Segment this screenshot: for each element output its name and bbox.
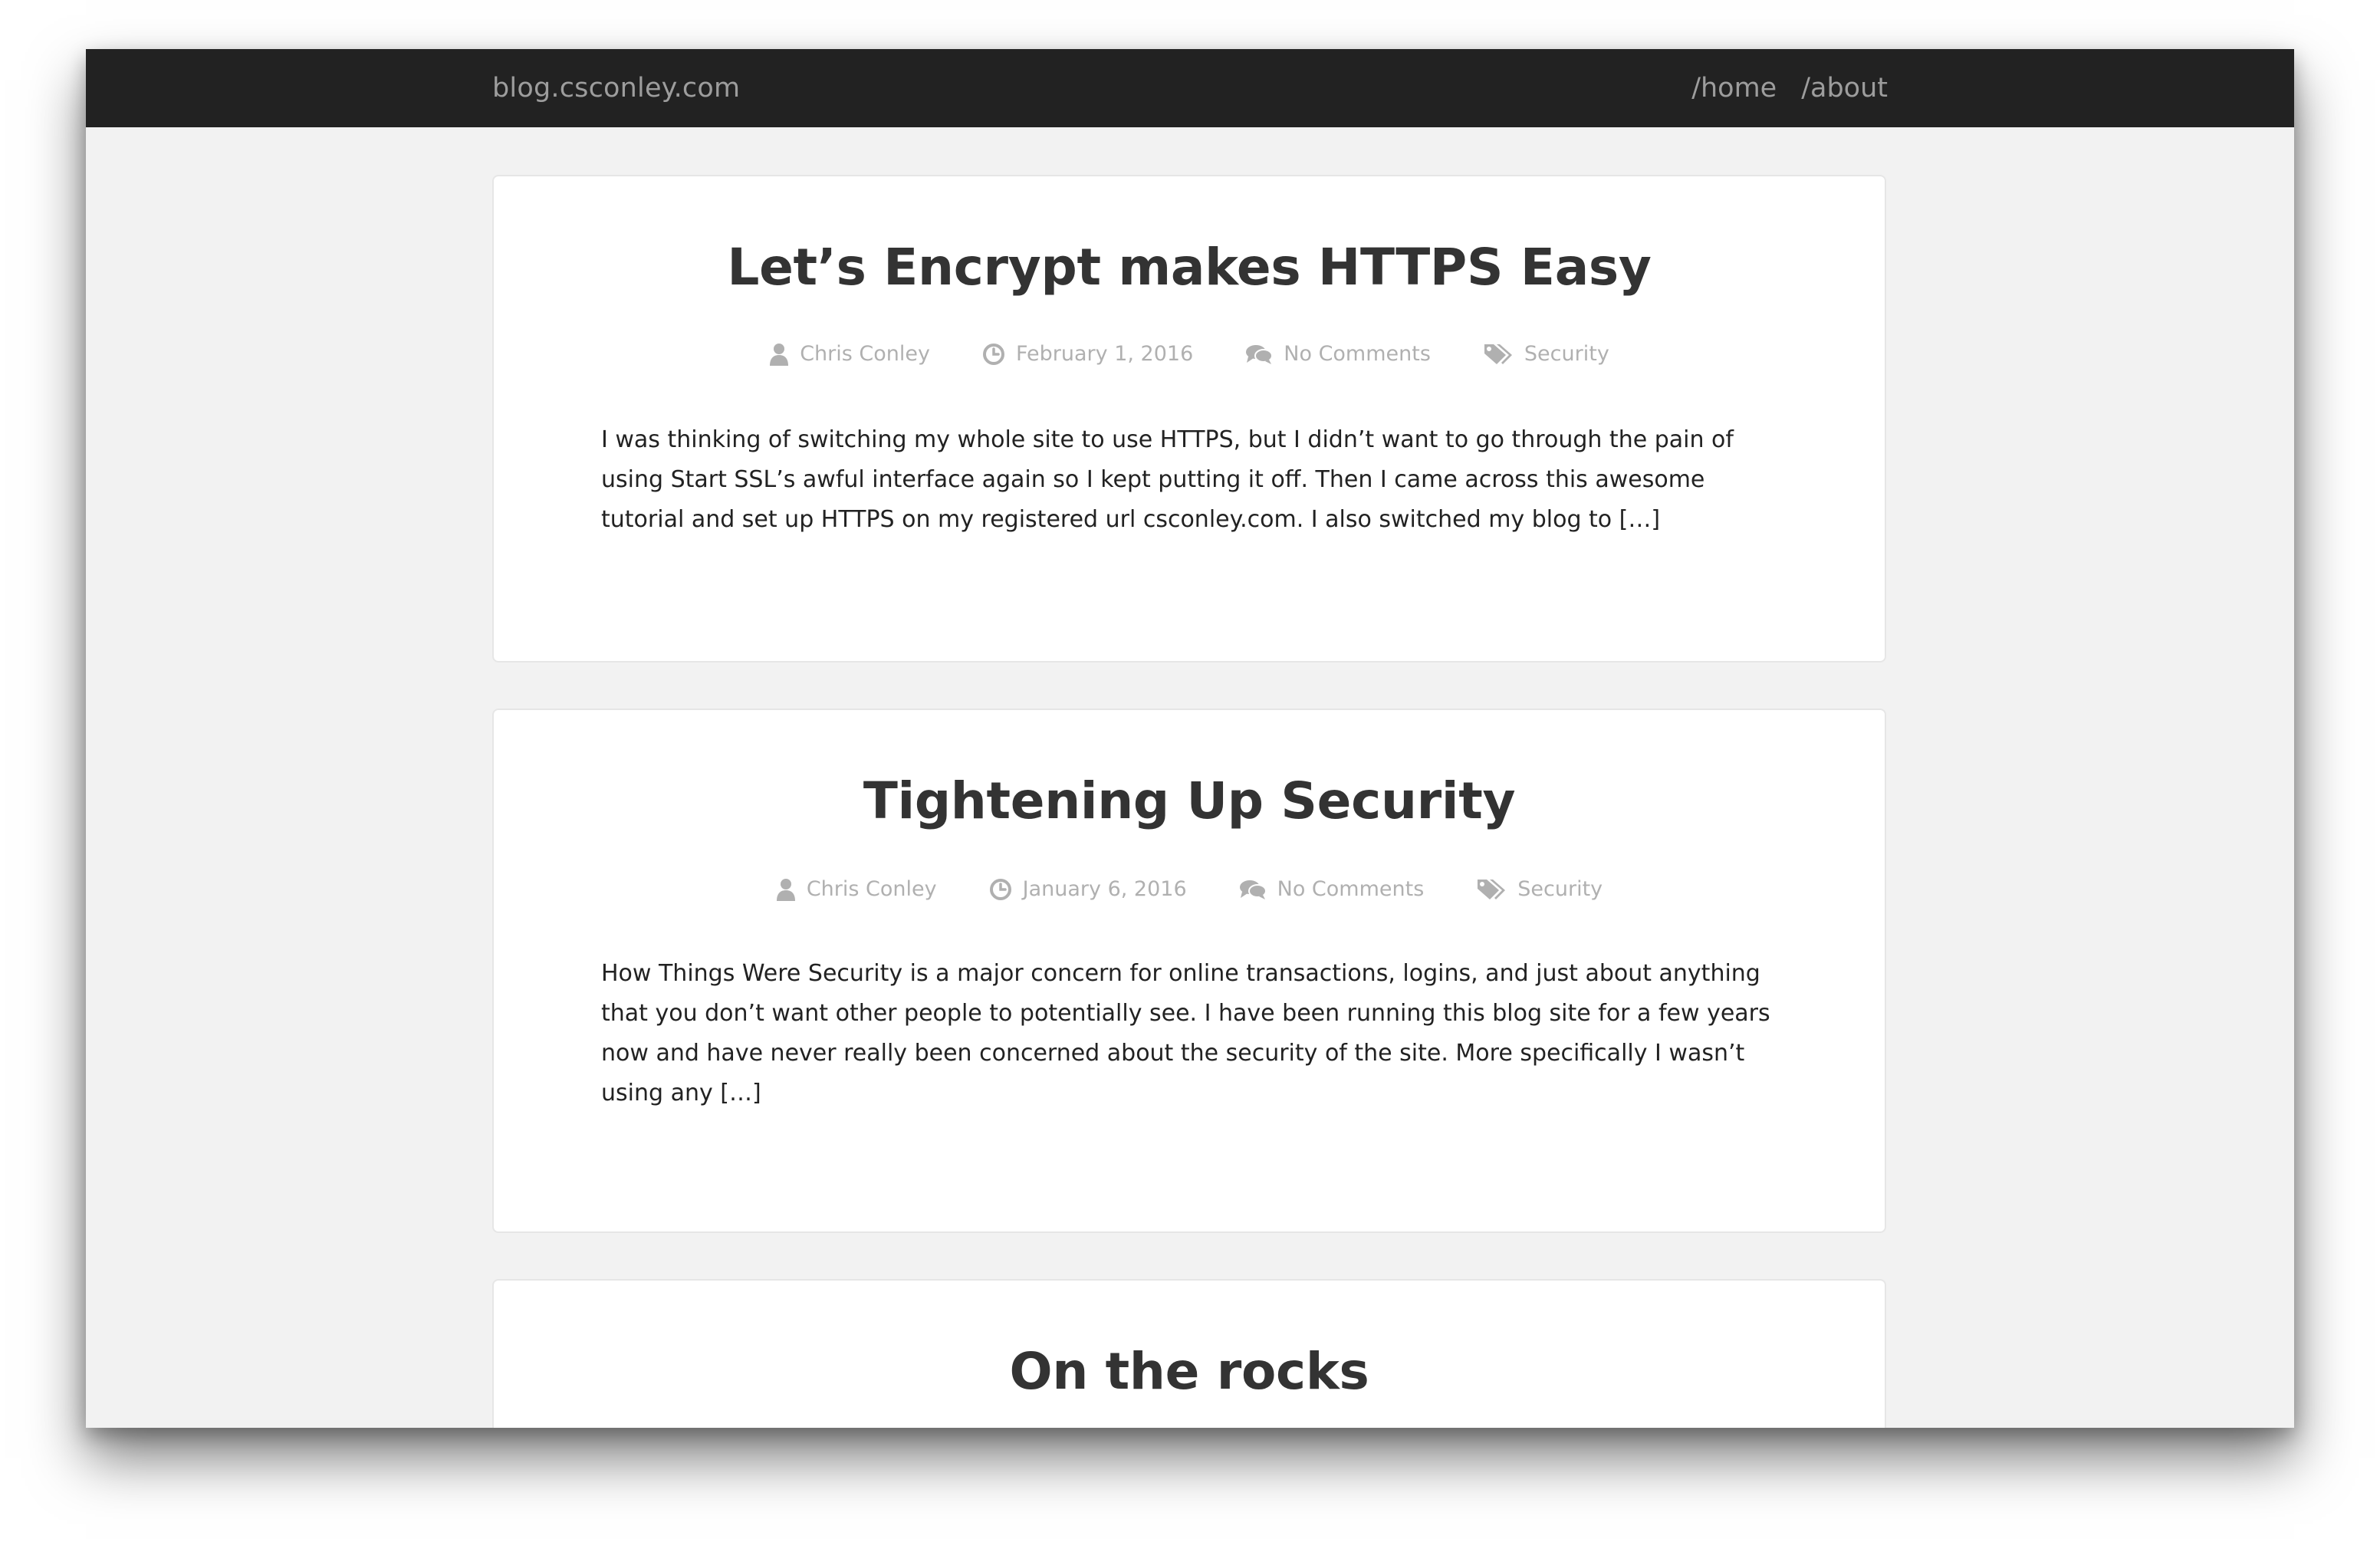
browser-window: blog.csconley.com /home /about Let’s Enc… — [86, 49, 2294, 1428]
post-title[interactable]: Let’s Encrypt makes HTTPS Easy — [494, 238, 1885, 297]
post-card: On the rocks — [492, 1279, 1886, 1428]
post-meta: Chris Conley February 1, 2016 No Comment… — [494, 342, 1885, 366]
nav-home-link[interactable]: /home — [1691, 49, 1777, 127]
post-date[interactable]: January 6, 2016 — [989, 877, 1187, 901]
author-name: Chris Conley — [800, 342, 930, 366]
post-author[interactable]: Chris Conley — [776, 877, 937, 901]
comments-icon — [1245, 344, 1274, 365]
post-excerpt: How Things Were Security is a major conc… — [601, 960, 1770, 1106]
post-excerpt: I was thinking of switching my whole sit… — [601, 426, 1734, 533]
post-card: Tightening Up Security Chris Conley Janu… — [492, 709, 1886, 1233]
top-navbar: blog.csconley.com /home /about — [86, 49, 2294, 127]
clock-icon — [982, 343, 1005, 366]
user-icon — [769, 343, 789, 366]
post-category[interactable]: Security — [1476, 877, 1603, 901]
tags-icon — [1483, 343, 1514, 366]
post-comments[interactable]: No Comments — [1245, 342, 1431, 366]
author-name: Chris Conley — [806, 877, 937, 901]
tags-icon — [1476, 878, 1507, 901]
post-title[interactable]: On the rocks — [494, 1342, 1885, 1401]
nav-menu: /home /about — [1691, 49, 1888, 127]
category-text: Security — [1517, 877, 1603, 901]
date-text: January 6, 2016 — [1022, 877, 1187, 901]
comments-text: No Comments — [1277, 877, 1425, 901]
post-date[interactable]: February 1, 2016 — [982, 342, 1193, 366]
post-title[interactable]: Tightening Up Security — [494, 771, 1885, 830]
date-text: February 1, 2016 — [1015, 342, 1194, 366]
comments-icon — [1239, 879, 1267, 900]
post-comments[interactable]: No Comments — [1239, 877, 1425, 901]
site-brand-link[interactable]: blog.csconley.com — [492, 49, 740, 127]
post-card: Let’s Encrypt makes HTTPS Easy Chris Con… — [492, 175, 1886, 663]
post-meta: Chris Conley January 6, 2016 No Comments… — [494, 877, 1885, 901]
clock-icon — [989, 878, 1012, 901]
post-category[interactable]: Security — [1483, 342, 1609, 366]
user-icon — [776, 878, 796, 901]
nav-about-link[interactable]: /about — [1801, 49, 1888, 127]
post-author[interactable]: Chris Conley — [769, 342, 930, 366]
comments-text: No Comments — [1284, 342, 1431, 366]
category-text: Security — [1524, 342, 1609, 366]
